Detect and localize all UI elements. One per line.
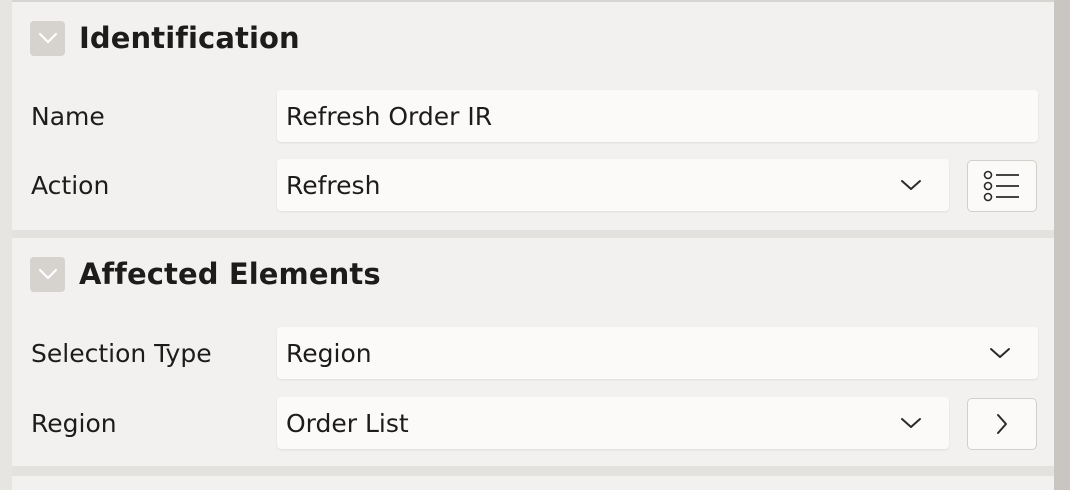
action-select[interactable]: Refresh bbox=[277, 159, 949, 211]
action-list-button[interactable] bbox=[967, 160, 1037, 212]
scrollbar-track[interactable] bbox=[1054, 0, 1070, 490]
next-section bbox=[12, 476, 1054, 490]
name-label: Name bbox=[31, 102, 105, 131]
chevron-right-icon bbox=[997, 414, 1007, 434]
identification-section: Identification Name Refresh Order IR Act… bbox=[12, 0, 1054, 230]
chevron-down-icon bbox=[899, 411, 923, 435]
chevron-down-icon bbox=[38, 32, 57, 44]
property-editor: Identification Name Refresh Order IR Act… bbox=[0, 0, 1070, 490]
chevron-down-icon bbox=[899, 173, 923, 197]
collapse-identification-button[interactable] bbox=[30, 20, 65, 56]
identification-title: Identification bbox=[79, 21, 300, 55]
left-gutter bbox=[0, 0, 12, 490]
region-label: Region bbox=[31, 409, 117, 438]
identification-section-header[interactable]: Identification bbox=[30, 20, 300, 56]
affected-elements-section: Affected Elements Selection Type Region … bbox=[12, 238, 1054, 466]
affected-elements-section-header[interactable]: Affected Elements bbox=[30, 256, 381, 292]
action-value: Refresh bbox=[286, 170, 381, 200]
affected-elements-title: Affected Elements bbox=[79, 257, 381, 291]
name-input[interactable]: Refresh Order IR bbox=[277, 90, 1038, 142]
list-icon bbox=[983, 170, 1019, 202]
region-select[interactable]: Order List bbox=[277, 397, 949, 449]
selection-type-row: Selection Type Region bbox=[12, 327, 1054, 381]
name-value: Refresh Order IR bbox=[286, 101, 493, 131]
name-row: Name Refresh Order IR bbox=[12, 90, 1054, 144]
chevron-down-icon bbox=[38, 268, 57, 280]
selection-type-value: Region bbox=[286, 338, 372, 368]
selection-type-label: Selection Type bbox=[31, 339, 212, 368]
collapse-affected-elements-button[interactable] bbox=[30, 256, 65, 292]
action-row: Action Refresh bbox=[12, 159, 1054, 213]
region-value: Order List bbox=[286, 408, 409, 438]
go-to-region-button[interactable] bbox=[967, 398, 1037, 450]
action-label: Action bbox=[31, 171, 110, 200]
selection-type-select[interactable]: Region bbox=[277, 327, 1038, 379]
region-row: Region Order List bbox=[12, 397, 1054, 451]
chevron-down-icon bbox=[988, 341, 1012, 365]
